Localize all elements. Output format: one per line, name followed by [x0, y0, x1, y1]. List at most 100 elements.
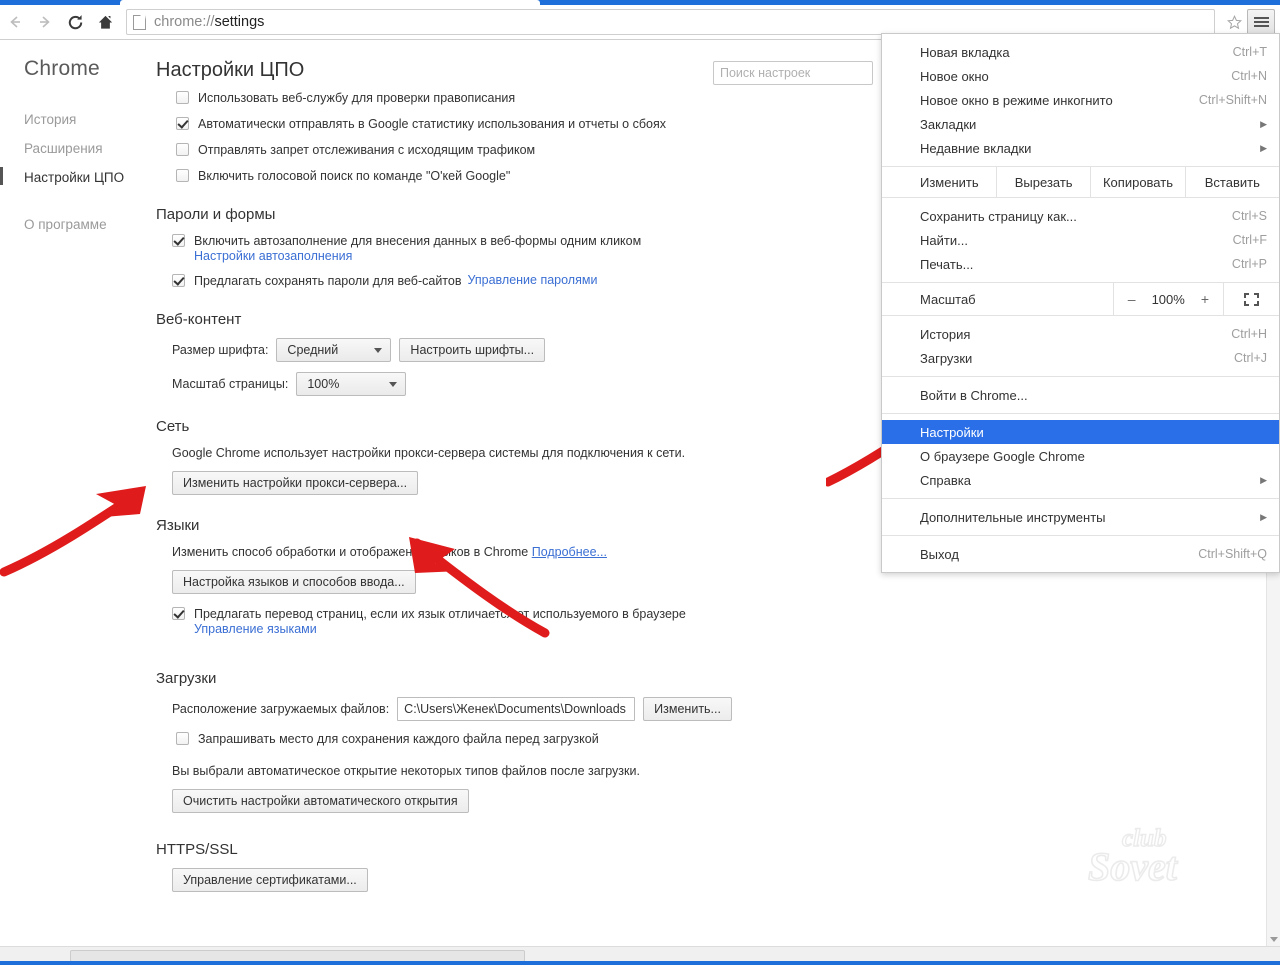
menu-item-settings[interactable]: Настройки — [882, 420, 1279, 444]
clear-auto-open-button[interactable]: Очистить настройки автоматического откры… — [172, 789, 469, 813]
forward-arrow-icon[interactable] — [30, 7, 60, 37]
chrome-main-menu: Новая вкладка Ctrl+T Новое окно Ctrl+N Н… — [881, 33, 1280, 573]
checkbox-ask-save-location[interactable] — [176, 732, 189, 745]
menu-item-label: Справка — [920, 472, 971, 488]
menu-item-new-incognito-window[interactable]: Новое окно в режиме инкогнито Ctrl+Shift… — [882, 88, 1279, 112]
watermark-sovetclub: club Sovet — [1087, 824, 1179, 890]
menu-separator — [882, 535, 1279, 536]
menu-item-history[interactable]: История Ctrl+H — [882, 322, 1279, 346]
sidebar-item-extensions[interactable]: Расширения — [0, 134, 150, 163]
menu-item-exit[interactable]: Выход Ctrl+Shift+Q — [882, 542, 1279, 566]
address-bar[interactable]: chrome://settings — [126, 9, 1215, 35]
download-location-input[interactable]: C:\Users\Женек\Documents\Downloads — [397, 697, 636, 721]
menu-item-label: Закладки — [920, 116, 977, 132]
menu-line — [1253, 21, 1269, 23]
menu-copy-button[interactable]: Копировать — [1090, 167, 1184, 197]
menu-item-label: Новое окно — [920, 68, 989, 84]
fullscreen-button[interactable] — [1223, 283, 1279, 315]
checkbox-label: Использовать веб-службу для проверки пра… — [198, 91, 516, 105]
sidebar-item-settings[interactable]: Настройки ЦПО — [0, 163, 150, 192]
checkbox-row-ask-save-location[interactable]: Запрашивать место для сохранения каждого… — [176, 731, 1266, 747]
page-zoom-label: Масштаб страницы: — [172, 377, 289, 391]
back-arrow-icon[interactable] — [0, 7, 30, 37]
change-download-location-button[interactable]: Изменить... — [643, 697, 732, 721]
checkbox-save-passwords[interactable] — [172, 274, 185, 287]
menu-item-recent-tabs[interactable]: Недавние вкладки ▶ — [882, 136, 1279, 160]
menu-item-downloads[interactable]: Загрузки Ctrl+J — [882, 346, 1279, 370]
menu-edit-row: Изменить Вырезать Копировать Вставить — [882, 166, 1279, 198]
zoom-out-button[interactable]: – — [1128, 291, 1136, 307]
menu-cut-button[interactable]: Вырезать — [996, 167, 1090, 197]
languages-learn-more-link[interactable]: Подробнее... — [532, 545, 607, 559]
menu-item-more-tools[interactable]: Дополнительные инструменты ▶ — [882, 505, 1279, 529]
checkbox-label: Включить автозаполнение для внесения дан… — [194, 234, 642, 248]
menu-item-accelerator: Ctrl+F — [1232, 233, 1267, 247]
menu-separator — [882, 376, 1279, 377]
checkbox-label: Включить голосовой поиск по команде "O'к… — [198, 169, 511, 183]
change-proxy-settings-button[interactable]: Изменить настройки прокси-сервера... — [172, 471, 419, 495]
settings-sidebar: Chrome История Расширения Настройки ЦПО … — [0, 41, 150, 946]
menu-item-new-window[interactable]: Новое окно Ctrl+N — [882, 64, 1279, 88]
menu-item-accelerator: Ctrl+Shift+Q — [1198, 547, 1267, 561]
menu-item-save-page-as[interactable]: Сохранить страницу как... Ctrl+S — [882, 204, 1279, 228]
sidebar-item-about[interactable]: О программе — [0, 210, 150, 239]
checkbox-label: Запрашивать место для сохранения каждого… — [198, 732, 599, 746]
menu-item-label: О браузере Google Chrome — [920, 448, 1085, 464]
manage-passwords-link[interactable]: Управление паролями — [468, 273, 598, 287]
menu-separator — [882, 498, 1279, 499]
menu-item-bookmarks[interactable]: Закладки ▶ — [882, 112, 1279, 136]
zoom-in-button[interactable]: + — [1201, 291, 1209, 307]
checkbox-autofill[interactable] — [172, 234, 185, 247]
checkbox-usage-stats[interactable] — [176, 117, 189, 130]
menu-item-label: Недавние вкладки — [920, 140, 1032, 156]
font-size-label: Размер шрифта: — [172, 343, 269, 357]
languages-description: Изменить способ обработки и отображения … — [172, 545, 529, 559]
menu-item-help[interactable]: Справка ▶ — [882, 468, 1279, 492]
configure-languages-button[interactable]: Настройка языков и способов ввода... — [172, 570, 416, 594]
menu-item-label: Выход — [920, 546, 959, 562]
font-size-select[interactable]: Средний — [276, 338, 392, 362]
clear-autoopen-wrap: Очистить настройки автоматического откры… — [172, 789, 1266, 813]
checkbox-ok-google[interactable] — [176, 169, 189, 182]
bookmark-star-icon[interactable] — [1221, 9, 1247, 35]
checkbox-label: Предлагать сохранять пароли для веб-сайт… — [194, 274, 462, 288]
address-bar-url: chrome://settings — [154, 14, 265, 30]
menu-item-find[interactable]: Найти... Ctrl+F — [882, 228, 1279, 252]
menu-item-sign-in-chrome[interactable]: Войти в Chrome... — [882, 383, 1279, 407]
checkbox-label: Отправлять запрет отслеживания с исходящ… — [198, 143, 536, 157]
menu-item-label: Найти... — [920, 232, 968, 248]
checkbox-spellcheck[interactable] — [176, 91, 189, 104]
sidebar-item-history[interactable]: История — [0, 105, 150, 134]
menu-line — [1253, 25, 1269, 27]
checkbox-row-translate[interactable]: Предлагать перевод страниц, если их язык… — [172, 606, 1266, 636]
checkbox-offer-translate[interactable] — [172, 607, 185, 620]
reload-icon[interactable] — [60, 7, 90, 37]
menu-item-label: Войти в Chrome... — [920, 387, 1028, 403]
scroll-down-arrow-icon[interactable] — [1270, 937, 1278, 942]
fullscreen-icon — [1244, 292, 1259, 306]
manage-languages-link[interactable]: Управление языками — [194, 622, 317, 636]
menu-item-accelerator: Ctrl+P — [1231, 257, 1267, 271]
menu-item-accelerator: Ctrl+J — [1234, 351, 1267, 365]
manage-certificates-button[interactable]: Управление сертификатами... — [172, 868, 368, 892]
browser-window: chrome://settings Chrome История Расшире… — [0, 0, 1280, 965]
autofill-settings-link[interactable]: Настройки автозаполнения — [194, 249, 352, 263]
section-title-downloads: Загрузки — [156, 670, 217, 687]
chrome-menu-button[interactable] — [1247, 9, 1275, 35]
menu-item-print[interactable]: Печать... Ctrl+P — [882, 252, 1279, 276]
menu-item-label: Загрузки — [920, 350, 973, 366]
home-icon[interactable] — [90, 7, 120, 37]
menu-item-accelerator: Ctrl+S — [1231, 209, 1267, 223]
menu-item-new-tab[interactable]: Новая вкладка Ctrl+T — [882, 40, 1279, 64]
checkbox-do-not-track[interactable] — [176, 143, 189, 156]
menu-item-about-chrome[interactable]: О браузере Google Chrome — [882, 444, 1279, 468]
search-settings-input[interactable]: Поиск настроек — [713, 61, 873, 85]
page-zoom-select[interactable]: 100% — [296, 372, 407, 396]
menu-item-label: Дополнительные инструменты — [920, 509, 1106, 525]
zoom-level-value: 100% — [1151, 291, 1185, 307]
customize-fonts-button[interactable]: Настроить шрифты... — [399, 338, 546, 362]
menu-paste-button[interactable]: Вставить — [1184, 167, 1279, 197]
page-document-icon — [133, 14, 146, 30]
menu-edit-label: Изменить — [920, 174, 979, 190]
checkbox-label: Предлагать перевод страниц, если их язык… — [194, 607, 686, 621]
